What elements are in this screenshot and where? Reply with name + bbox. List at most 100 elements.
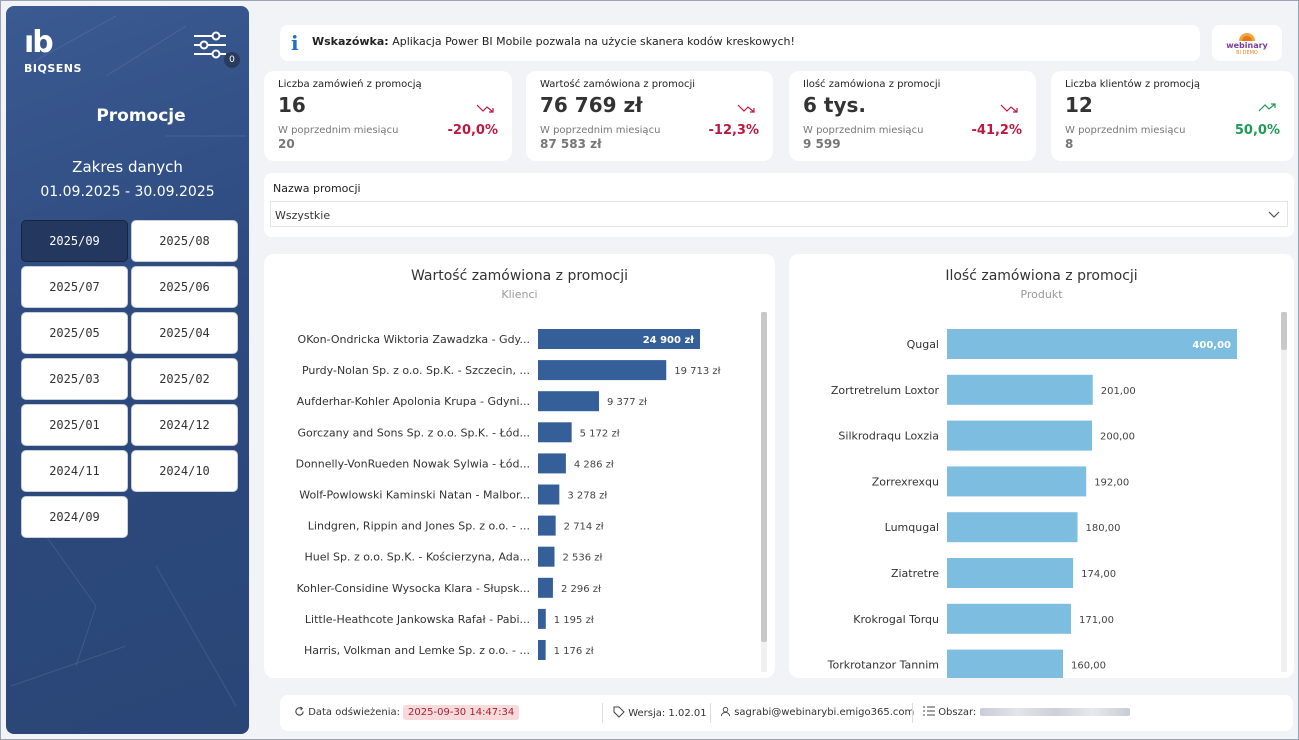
bar[interactable] bbox=[538, 453, 566, 474]
period-button[interactable]: 2025/08 bbox=[131, 220, 238, 262]
data-label: 201,00 bbox=[1101, 386, 1136, 397]
chart-scrollbar[interactable] bbox=[761, 312, 767, 672]
data-label: 3 278 zł bbox=[567, 491, 607, 502]
promotion-dropdown[interactable]: Wszystkie bbox=[270, 201, 1288, 227]
logo: ıb BIQSENS bbox=[24, 28, 82, 76]
bar[interactable] bbox=[947, 420, 1092, 451]
period-button[interactable]: 2024/12 bbox=[131, 404, 238, 446]
filters-button[interactable]: 0 bbox=[192, 28, 240, 68]
trend-down-icon bbox=[1000, 104, 1018, 113]
kpi-previous-value: 20 bbox=[278, 137, 295, 151]
refresh-label: Data odświeżenia: bbox=[308, 707, 401, 718]
category-label: Harris, Volkman and Lemke Sp. z o.o. - .… bbox=[304, 644, 530, 657]
page-title: Promocje bbox=[96, 106, 186, 126]
products-bar-chart: Qugal 400,00 Zortretrelum Loxtor 201,00 Silk… bbox=[827, 329, 1237, 678]
data-label: 2 714 zł bbox=[564, 522, 604, 533]
footer-divider bbox=[710, 703, 711, 723]
category-label: Aufderhar-Kohler Apolonia Krupa - Gdyni.… bbox=[297, 395, 530, 408]
bar[interactable] bbox=[538, 484, 560, 505]
area-info: Obszar: bbox=[923, 706, 1130, 718]
data-label: 24 900 zł bbox=[643, 335, 695, 346]
scrollbar-thumb[interactable] bbox=[761, 312, 767, 642]
refresh-info: Data odświeżenia: 2025-09-30 14:47:34 bbox=[294, 705, 520, 720]
period-button[interactable]: 2025/05 bbox=[21, 312, 128, 354]
date-range-value: 01.09.2025 - 30.09.2025 bbox=[40, 184, 215, 200]
period-button[interactable]: 2025/02 bbox=[131, 358, 238, 400]
area-value-redacted bbox=[979, 708, 1130, 716]
period-button[interactable]: 2024/10 bbox=[131, 450, 238, 492]
data-label: 192,00 bbox=[1094, 477, 1129, 488]
tip-text: Wskazówka: Aplikacja Power BI Mobile poz… bbox=[312, 35, 795, 48]
period-button[interactable]: 2025/06 bbox=[131, 266, 238, 308]
bar[interactable] bbox=[538, 515, 556, 536]
bar[interactable] bbox=[947, 558, 1074, 588]
bar[interactable] bbox=[538, 577, 553, 598]
kpi-previous-label: W poprzednim miesiącu bbox=[803, 125, 924, 136]
tip-banner: i Wskazówka: Aplikacja Power BI Mobile p… bbox=[280, 25, 1200, 61]
bar[interactable] bbox=[947, 466, 1087, 497]
data-label: 174,00 bbox=[1081, 569, 1116, 580]
kpi-card: Liczba zamówień z promocją 16 W poprzednim… bbox=[264, 71, 512, 161]
period-button[interactable]: 2025/03 bbox=[21, 358, 128, 400]
footer-bar: Data odświeżenia: 2025-09-30 14:47:34 Wer… bbox=[280, 695, 1293, 731]
bar[interactable] bbox=[947, 603, 1071, 634]
products-chart-card: Ilość zamówiona z promocji Produkt Qugal… bbox=[789, 254, 1294, 678]
bar[interactable] bbox=[947, 649, 1063, 678]
kpi-change: 50,0% bbox=[1234, 123, 1280, 138]
kpi-previous-label: W poprzednim miesiącu bbox=[1065, 125, 1186, 136]
category-label: Qugal bbox=[907, 338, 939, 351]
bar[interactable] bbox=[538, 422, 572, 443]
bar[interactable] bbox=[538, 360, 667, 381]
bar[interactable] bbox=[538, 608, 546, 629]
kpi-title: Ilość zamówiona z promocji bbox=[803, 79, 941, 90]
footer-divider bbox=[602, 703, 603, 723]
scrollbar-thumb[interactable] bbox=[1281, 312, 1287, 350]
category-label: Wolf-Powlowski Kaminski Natan - Malbor..… bbox=[299, 489, 530, 502]
chevron-down-icon bbox=[1268, 211, 1280, 218]
brand-logo[interactable]: webinary BI DEMO bbox=[1212, 25, 1282, 61]
tip-message: Aplikacja Power BI Mobile pozwala na uży… bbox=[392, 35, 795, 48]
kpi-previous-value: 87 583 zł bbox=[540, 137, 602, 151]
kpi-card: Ilość zamówiona z promocji 6 tys. W poprze… bbox=[789, 71, 1036, 161]
period-button[interactable]: 2024/09 bbox=[21, 496, 128, 538]
period-button[interactable]: 2025/07 bbox=[21, 266, 128, 308]
tag-icon bbox=[613, 706, 625, 718]
category-label: Lindgren, Rippin and Jones Sp. z o.o. - … bbox=[308, 520, 530, 533]
data-label: 160,00 bbox=[1071, 661, 1106, 672]
bar[interactable] bbox=[947, 512, 1078, 543]
data-label: 1 176 zł bbox=[554, 646, 594, 657]
tip-label: Wskazówka: bbox=[312, 35, 389, 48]
kpi-title: Liczba zamówień z promocją bbox=[278, 79, 422, 90]
kpi-value: 76 769 zł bbox=[540, 93, 643, 117]
data-label: 200,00 bbox=[1100, 432, 1135, 443]
kpi-change: -20,0% bbox=[447, 123, 499, 138]
category-label: Little-Heathcote Jankowska Rafał - Pabi.… bbox=[305, 613, 530, 626]
brand-name: webinary bbox=[1226, 41, 1268, 50]
category-label: Purdy-Nolan Sp. z o.o. Sp.K. - Szczecin,… bbox=[302, 364, 530, 377]
period-button[interactable]: 2025/09 bbox=[21, 220, 128, 262]
user-icon bbox=[720, 706, 731, 717]
period-button[interactable]: 2025/04 bbox=[131, 312, 238, 354]
data-label: 400,00 bbox=[1192, 340, 1231, 351]
bar[interactable] bbox=[538, 391, 600, 412]
category-label: Krokrogal Torqu bbox=[853, 613, 939, 626]
chart-scrollbar[interactable] bbox=[1281, 312, 1287, 672]
kpi-previous-label: W poprzednim miesiącu bbox=[540, 125, 661, 136]
promotion-slicer: Nazwa promocji Wszystkie bbox=[264, 173, 1294, 237]
footer-divider bbox=[912, 703, 913, 723]
category-label: Lumqugal bbox=[885, 521, 939, 534]
kpi-value: 12 bbox=[1065, 93, 1093, 117]
period-button[interactable]: 2025/01 bbox=[21, 404, 128, 446]
bar[interactable] bbox=[538, 640, 546, 660]
data-label: 2 536 zł bbox=[562, 553, 602, 564]
kpi-card: Liczba klientów z promocją 12 W poprzednim… bbox=[1051, 71, 1294, 161]
category-label: Huel Sp. z o.o. Sp.K. - Kościerzyna, Ada… bbox=[304, 551, 530, 564]
bar[interactable] bbox=[538, 546, 555, 567]
bar[interactable] bbox=[947, 374, 1093, 405]
period-button[interactable]: 2024/11 bbox=[21, 450, 128, 492]
filter-count-badge: 0 bbox=[224, 52, 240, 68]
kpi-value: 6 tys. bbox=[803, 93, 866, 117]
trend-up-icon bbox=[1258, 103, 1276, 112]
date-range-title: Zakres danych bbox=[72, 158, 183, 176]
user-info: sagrabi@webinarybi.emigo365.com bbox=[720, 706, 914, 718]
